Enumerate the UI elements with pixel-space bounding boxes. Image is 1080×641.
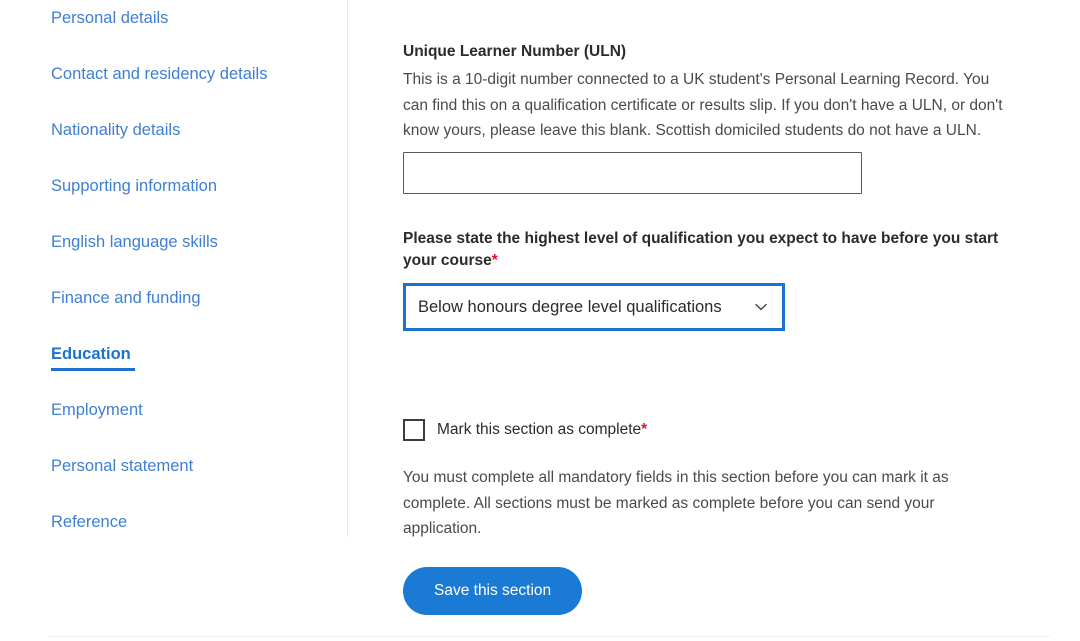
sidebar-item-label: Reference bbox=[51, 513, 128, 531]
sidebar-item-label: Finance and funding bbox=[51, 289, 201, 307]
sidebar-item-label: English language skills bbox=[51, 233, 218, 251]
chevron-down-icon bbox=[754, 300, 768, 314]
sidebar-item-label: Education bbox=[51, 344, 135, 371]
sidebar-item-nationality-details[interactable]: Nationality details bbox=[0, 120, 347, 176]
uln-field-description: This is a 10-digit number connected to a… bbox=[403, 71, 1003, 139]
footer-divider bbox=[48, 636, 1050, 637]
mark-complete-checkbox[interactable] bbox=[403, 419, 425, 441]
sidebar-item-employment[interactable]: Employment bbox=[0, 400, 347, 456]
sidebar-item-label: Employment bbox=[51, 401, 143, 419]
sidebar-item-personal-details[interactable]: Personal details bbox=[0, 8, 347, 64]
mark-complete-label-text: Mark this section as complete bbox=[437, 421, 642, 438]
sidebar-item-label: Supporting information bbox=[51, 177, 218, 195]
mark-complete-help-text: You must complete all mandatory fields i… bbox=[403, 469, 949, 537]
sidebar-item-personal-statement[interactable]: Personal statement bbox=[0, 456, 347, 512]
sidebar-item-label: Nationality details bbox=[51, 121, 181, 139]
mark-complete-row: Mark this section as complete* bbox=[403, 419, 647, 441]
sidebar-item-label: Personal statement bbox=[51, 457, 194, 475]
sidebar-item-label: Personal details bbox=[51, 9, 169, 27]
qualification-select[interactable]: Below honours degree level qualification… bbox=[403, 283, 785, 331]
sidebar-item-finance-and-funding[interactable]: Finance and funding bbox=[0, 288, 347, 344]
qualification-select-value: Below honours degree level qualification… bbox=[418, 298, 722, 316]
sidebar-item-reference[interactable]: Reference bbox=[0, 512, 347, 568]
sidebar-item-contact-and-residency-details[interactable]: Contact and residency details bbox=[0, 64, 347, 120]
save-this-section-button[interactable]: Save this section bbox=[403, 567, 583, 615]
required-asterisk: * bbox=[641, 421, 648, 438]
sidebar-item-english-language-skills[interactable]: English language skills bbox=[0, 232, 347, 288]
uln-field-title: Unique Learner Number (ULN) bbox=[403, 43, 627, 60]
mark-complete-label: Mark this section as complete* bbox=[437, 419, 647, 441]
qualification-field-label: Please state the highest level of qualif… bbox=[403, 228, 1003, 272]
sidebar-item-supporting-information[interactable]: Supporting information bbox=[0, 176, 347, 232]
application-sections-sidebar: Personal details Contact and residency d… bbox=[0, 0, 348, 537]
education-section-page: Personal details Contact and residency d… bbox=[0, 0, 1080, 641]
sidebar-item-label: Contact and residency details bbox=[51, 65, 268, 83]
sidebar-item-education[interactable]: Education bbox=[0, 344, 347, 400]
required-asterisk: * bbox=[491, 252, 498, 269]
uln-input[interactable] bbox=[403, 152, 862, 194]
